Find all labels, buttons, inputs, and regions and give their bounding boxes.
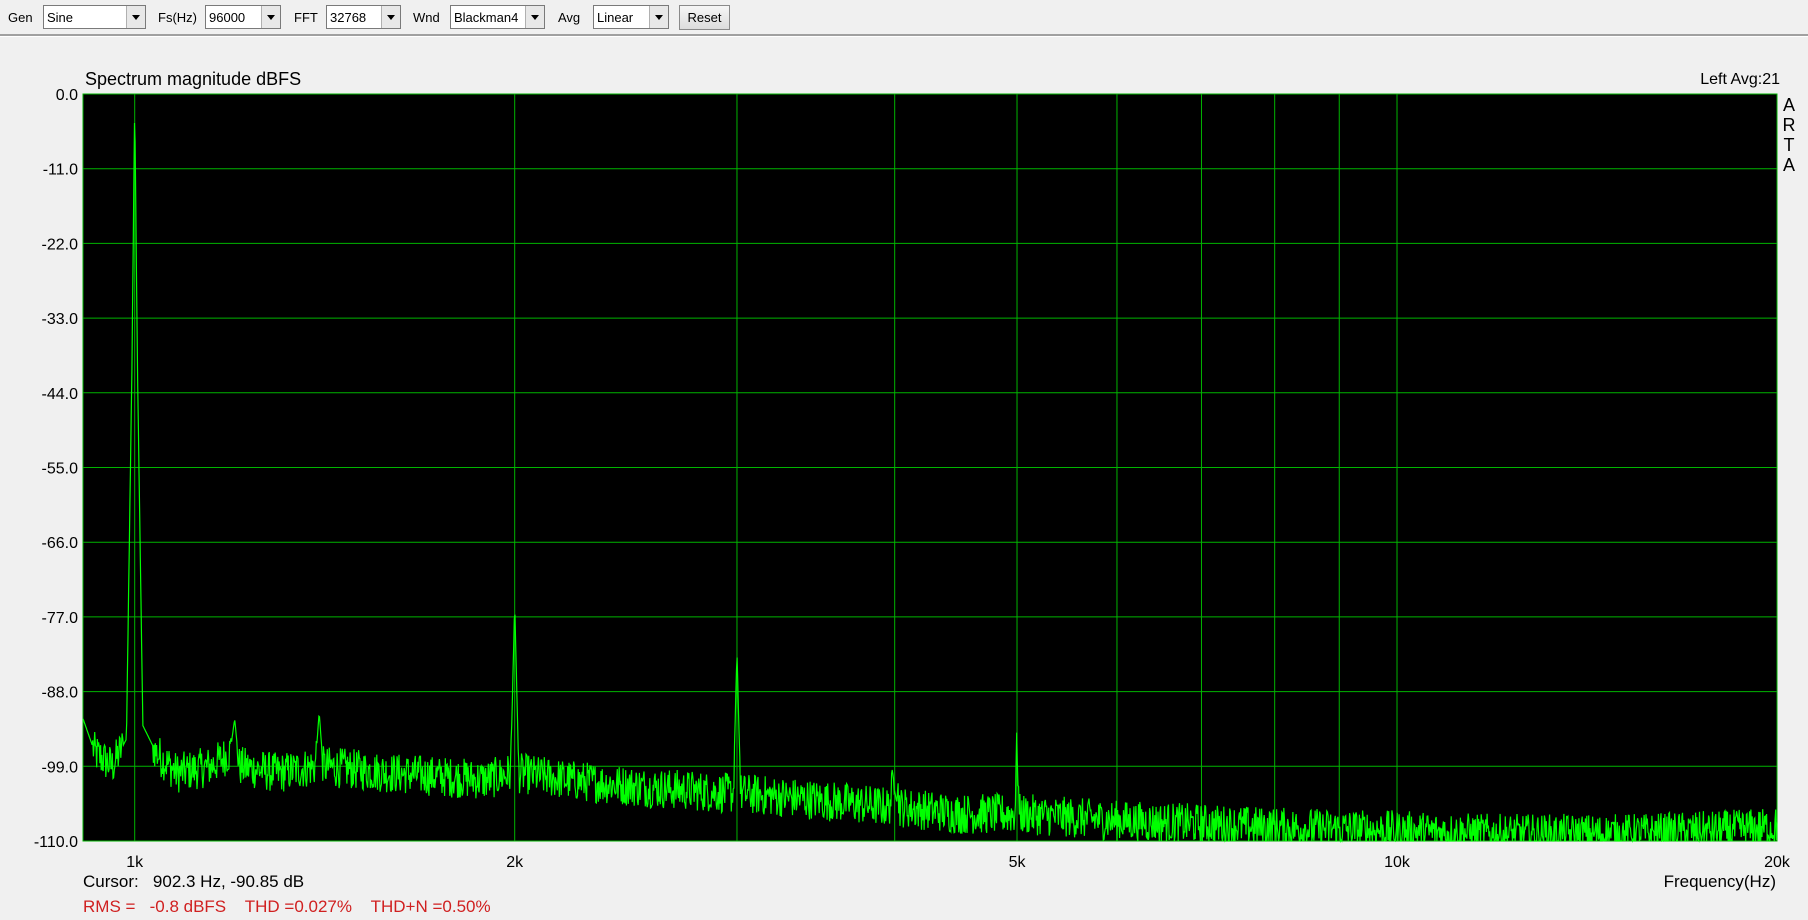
- y-tick-label: -88.0: [42, 685, 79, 702]
- y-tick-label: -11.0: [43, 162, 78, 179]
- y-tick-label: -77.0: [42, 610, 79, 627]
- y-tick-label: -110.0: [34, 834, 78, 851]
- rms-label: RMS =: [83, 897, 136, 916]
- y-tick-label: -55.0: [42, 461, 79, 478]
- x-axis-label: Frequency(Hz): [1663, 872, 1776, 891]
- x-tick-label: 10k: [1384, 854, 1411, 871]
- y-tick-label: -99.0: [42, 759, 79, 776]
- y-tick-label: -22.0: [42, 236, 79, 253]
- cursor-value: 902.3 Hz, -90.85 dB: [152, 872, 305, 891]
- rms-value: -0.8 dBFS: [149, 897, 227, 916]
- x-tick-label: 20k: [1764, 854, 1791, 871]
- x-tick-label: 1k: [126, 854, 144, 871]
- y-tick-label: 0.0: [56, 87, 78, 104]
- thdn-value: THD+N =0.50%: [370, 897, 491, 916]
- spectrum-chart[interactable]: 0.0 -11.0 -22.0 -33.0 -44.0 -55.0 -66.0 -77.0 -8…: [0, 0, 1808, 919]
- cursor-label: Cursor:: [83, 872, 139, 891]
- x-tick-label: 5k: [1009, 854, 1027, 871]
- cursor-readout: Cursor: 902.3 Hz, -90.85 dB: [83, 872, 304, 892]
- y-tick-label: -33.0: [42, 311, 79, 328]
- x-tick-label: 2k: [506, 854, 524, 871]
- y-tick-label: -44.0: [42, 386, 79, 403]
- stats-readout: RMS = -0.8 dBFS THD =0.027% THD+N =0.50%: [83, 897, 491, 917]
- y-tick-label: -66.0: [42, 535, 79, 552]
- thd-value: THD =0.027%: [244, 897, 352, 916]
